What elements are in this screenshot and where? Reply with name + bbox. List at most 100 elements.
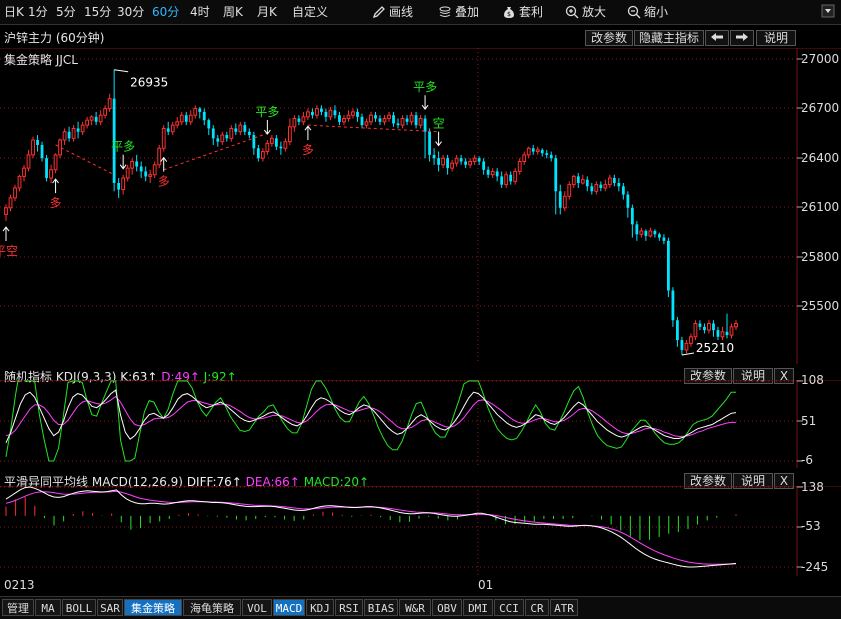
sell-arrow [119, 154, 127, 170]
candle-body [31, 139, 35, 156]
tab--5[interactable]: 海龟策略 [183, 599, 241, 616]
period-daily[interactable]: 日K [4, 4, 24, 20]
period-5min[interactable]: 5分 [56, 4, 76, 20]
candle-body [311, 111, 314, 116]
signal-label: 多 [158, 175, 170, 189]
tab-dmi-13[interactable]: DMI [463, 599, 493, 616]
tab-macd-7[interactable]: MACD [273, 599, 305, 616]
candle-body [247, 131, 251, 136]
zoom-out-button[interactable]: 缩小 [627, 3, 668, 21]
sell-arrow [435, 131, 442, 147]
scroll-right-button[interactable] [730, 30, 754, 46]
candlestick-chart[interactable]: 2693525210平空多平多多平多多平多空 [0, 48, 841, 364]
hide-main-indicator-button[interactable]: 隐藏主指标 [634, 30, 704, 46]
main-params-button[interactable]: 改参数 [585, 30, 633, 46]
zoom-in-button[interactable]: 放大 [565, 3, 606, 21]
candle-body [396, 123, 400, 126]
candle-body [684, 342, 689, 351]
candle-body [17, 175, 22, 189]
strategy-link [307, 124, 439, 133]
tab-bias-10[interactable]: BIAS [364, 599, 398, 616]
tab-obv-12[interactable]: OBV [432, 599, 462, 616]
zoom-out-label: 缩小 [644, 5, 669, 19]
candle-body [450, 162, 455, 169]
tab-boll-2[interactable]: BOLL [62, 599, 96, 616]
candle-body [405, 118, 409, 122]
date-label-mid: 01 [478, 578, 494, 592]
candle-body [468, 161, 473, 166]
tab-kdj-8[interactable]: KDJ [306, 599, 334, 616]
candle-body [274, 138, 278, 147]
macd-chart[interactable] [0, 486, 841, 576]
period-30min[interactable]: 30分 [117, 4, 144, 20]
window-menu-icon[interactable] [821, 4, 835, 18]
main-help-button[interactable]: 说明 [756, 30, 796, 46]
candle-body [423, 118, 427, 132]
candle-body [531, 148, 535, 152]
candle-body [144, 171, 148, 177]
indicator-tab-bar: 管理 MA BOLL SAR 集金策略 海龟策略 VOL MACD KDJ RSI BIAS W&R O… [0, 596, 841, 619]
candle-body [135, 161, 139, 167]
period-toolbar: 日K 1分 5分 15分 30分 60分 4时 周K 月K 自定义 画线 叠加 … [0, 0, 841, 25]
candle-body [62, 131, 67, 141]
candle-body [333, 110, 337, 116]
period-15min[interactable]: 15分 [84, 4, 111, 20]
candle-body [175, 121, 180, 126]
tab-wr-11[interactable]: W&R [399, 599, 431, 616]
candle-body [49, 169, 53, 179]
candle-body [504, 174, 509, 186]
candle-body [562, 195, 567, 209]
candle-body [382, 118, 387, 123]
candle-body [482, 161, 486, 170]
candle-body [220, 134, 225, 143]
macd-tick-neg53: -53 [801, 519, 821, 533]
overlay-button[interactable]: 叠加 [438, 3, 479, 21]
signal-label: 多 [50, 196, 62, 210]
candle-body [585, 179, 589, 187]
candle-body [676, 320, 679, 341]
arbitrage-button[interactable]: $ 套利 [502, 3, 543, 21]
candle-body [346, 114, 351, 120]
period-1min[interactable]: 1分 [28, 4, 48, 20]
candle-body [428, 131, 431, 155]
kdj-j-line [5, 380, 736, 462]
high-label: 26935 [130, 76, 168, 90]
candle-body [580, 179, 585, 184]
period-monthly[interactable]: 月K [257, 4, 277, 20]
period-60min[interactable]: 60分 [152, 4, 179, 20]
tab--0[interactable]: 管理 [2, 599, 34, 616]
high-marker [114, 69, 129, 73]
candle-body [211, 128, 215, 139]
candle-body [76, 128, 80, 132]
candle-body [667, 240, 670, 291]
period-4hour[interactable]: 4时 [190, 4, 210, 20]
candle-body [26, 154, 31, 169]
candle-body [369, 114, 373, 123]
candle-body [626, 194, 630, 208]
tab-sar-3[interactable]: SAR [97, 599, 123, 616]
tab--4[interactable]: 集金策略 [124, 599, 182, 616]
tab-vol-6[interactable]: VOL [242, 599, 272, 616]
candle-body [509, 174, 513, 182]
candle-body [351, 111, 355, 116]
tab-rsi-9[interactable]: RSI [335, 599, 363, 616]
tab-cr-15[interactable]: CR [525, 599, 549, 616]
candle-body [378, 118, 382, 122]
tab-atr-16[interactable]: ATR [550, 599, 578, 616]
tab-cci-14[interactable]: CCI [494, 599, 524, 616]
tab-ma-1[interactable]: MA [35, 599, 61, 616]
kdj-chart[interactable] [0, 380, 841, 468]
kdj-tick-108: 108 [801, 373, 824, 387]
candle-body [166, 128, 170, 132]
period-weekly[interactable]: 周K [223, 4, 243, 20]
candle-body [148, 174, 153, 177]
candle-body [216, 138, 220, 142]
candle-body [693, 323, 698, 338]
candle-body [432, 154, 436, 159]
candle-body [342, 118, 346, 123]
period-custom[interactable]: 自定义 [292, 4, 328, 20]
candle-body [387, 114, 391, 120]
scroll-left-button[interactable] [705, 30, 729, 46]
draw-line-button[interactable]: 画线 [372, 3, 413, 21]
candle-body [364, 121, 369, 126]
